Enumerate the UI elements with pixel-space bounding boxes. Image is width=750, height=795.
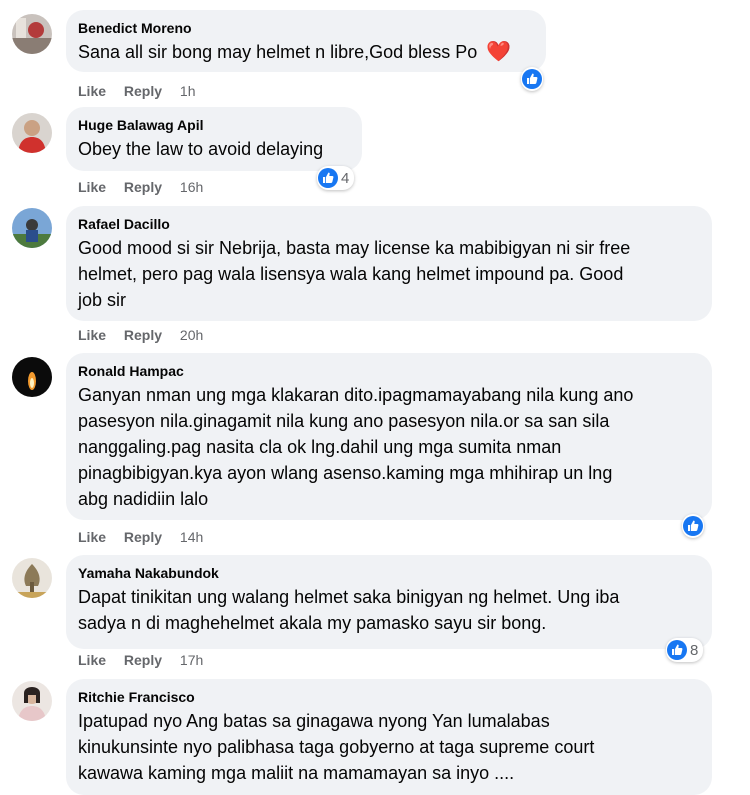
avatar[interactable] [12,558,52,598]
commenter-name[interactable]: Ritchie Francisco [78,688,698,706]
comment-bubble: Ritchie Francisco Ipatupad nyo Ang batas… [66,679,712,795]
avatar[interactable] [12,357,52,397]
reply-button[interactable]: Reply [124,651,162,669]
reaction-count: 8 [690,641,699,659]
reaction-badge[interactable] [521,67,543,91]
like-button[interactable]: Like [78,528,106,546]
like-icon [683,516,703,536]
avatar[interactable] [12,14,52,54]
reaction-count: 4 [341,169,350,187]
commenter-name[interactable]: Rafael Dacillo [78,215,698,233]
comment-actions: Like Reply 1h [78,82,196,100]
comment-text: Sana all sir bong may helmet n libre,God… [78,41,512,63]
commenter-name[interactable]: Ronald Hampac [78,362,698,380]
like-button[interactable]: Like [78,178,106,196]
like-icon [667,640,687,660]
like-button[interactable]: Like [78,326,106,344]
comment-actions: Like Reply 16h [78,178,203,196]
comment-time[interactable]: 17h [180,651,203,669]
comment-time[interactable]: 1h [180,82,196,100]
comment-bubble: Ronald Hampac Ganyan nman ung mga klakar… [66,353,712,520]
reaction-badge[interactable]: 8 [666,638,704,662]
reply-button[interactable]: Reply [124,82,162,100]
reaction-badge[interactable]: 4 [317,166,355,190]
like-icon [522,69,542,89]
reaction-badge[interactable] [682,514,704,538]
reply-button[interactable]: Reply [124,528,162,546]
like-button[interactable]: Like [78,82,106,100]
commenter-name[interactable]: Yamaha Nakabundok [78,564,698,582]
comment-actions: Like Reply 20h [78,326,203,344]
comment-bubble: Yamaha Nakabundok Dapat tinikitan ung wa… [66,555,712,649]
commenter-name[interactable]: Benedict Moreno [78,19,532,37]
comment-actions: Like Reply 17h [78,651,203,669]
comment-bubble: Rafael Dacillo Good mood si sir Nebrija,… [66,206,712,321]
comment-time[interactable]: 14h [180,528,203,546]
comment-bubble: Benedict Moreno Sana all sir bong may he… [66,10,546,72]
comment-bubble: Huge Balawag Apil Obey the law to avoid … [66,107,362,171]
comment-actions: Like Reply 14h [78,528,203,546]
like-button[interactable]: Like [78,651,106,669]
comment-text: Obey the law to avoid delaying [78,139,324,159]
comment-text: Good mood si sir Nebrija, basta may lice… [78,238,631,310]
comment-time[interactable]: 20h [180,326,203,344]
reply-button[interactable]: Reply [124,326,162,344]
comment-text: Ipatupad nyo Ang batas sa ginagawa nyong… [78,711,595,783]
commenter-name[interactable]: Huge Balawag Apil [78,116,348,134]
avatar[interactable] [12,208,52,248]
comment-time[interactable]: 16h [180,178,203,196]
reply-button[interactable]: Reply [124,178,162,196]
avatar[interactable] [12,113,52,153]
like-icon [318,168,338,188]
heart-emoji: ❤️ [486,41,512,63]
comment-text: Ganyan nman ung mga klakaran dito.ipagma… [78,385,634,509]
comment-text: Dapat tinikitan ung walang helmet saka b… [78,587,620,633]
avatar[interactable] [12,681,52,721]
